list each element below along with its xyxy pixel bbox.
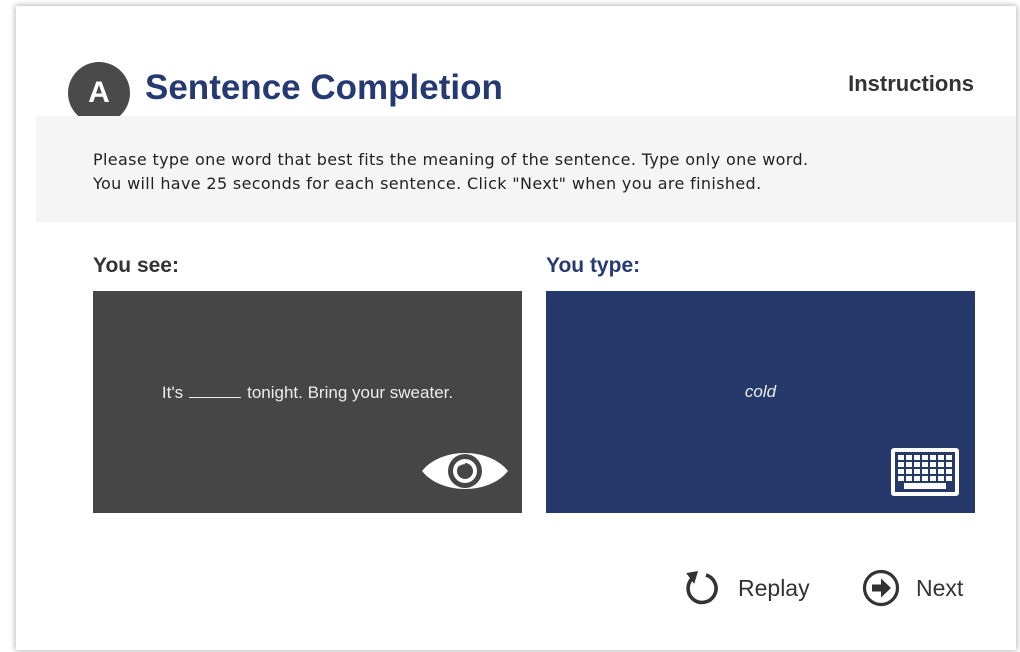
replay-icon [686,571,718,605]
instructions-link[interactable]: Instructions [848,70,974,98]
sentence-start: It's [161,383,184,402]
eye-icon [422,453,508,489]
sentence-end: tonight. Bring your sweater. [247,383,454,402]
next-arrow-icon [862,569,900,607]
next-label: Next [916,575,964,601]
badge-letter: A [88,76,110,109]
instructions-line-2: You will have 25 seconds for each senten… [93,174,762,193]
you-type-panel: cold [546,291,975,513]
you-type-label: You type: [546,254,641,277]
you-see-panel: It's tonight. Bring your sweater. [93,291,522,513]
example-sentence: It's tonight. Bring your sweater. [93,381,522,404]
section-badge: A [68,62,130,124]
replay-label: Replay [738,575,810,601]
instructions-line-1: Please type one word that best fits the … [93,150,809,169]
sentence-blank [189,381,242,398]
typed-answer: cold [744,382,777,401]
next-button[interactable]: Next [862,568,963,608]
replay-button[interactable]: Replay [682,568,810,608]
you-see-label: You see: [93,254,179,277]
page-title: Sentence Completion [145,68,503,107]
instructions-text: Please type one word that best fits the … [93,148,983,196]
keyboard-icon [891,448,959,496]
